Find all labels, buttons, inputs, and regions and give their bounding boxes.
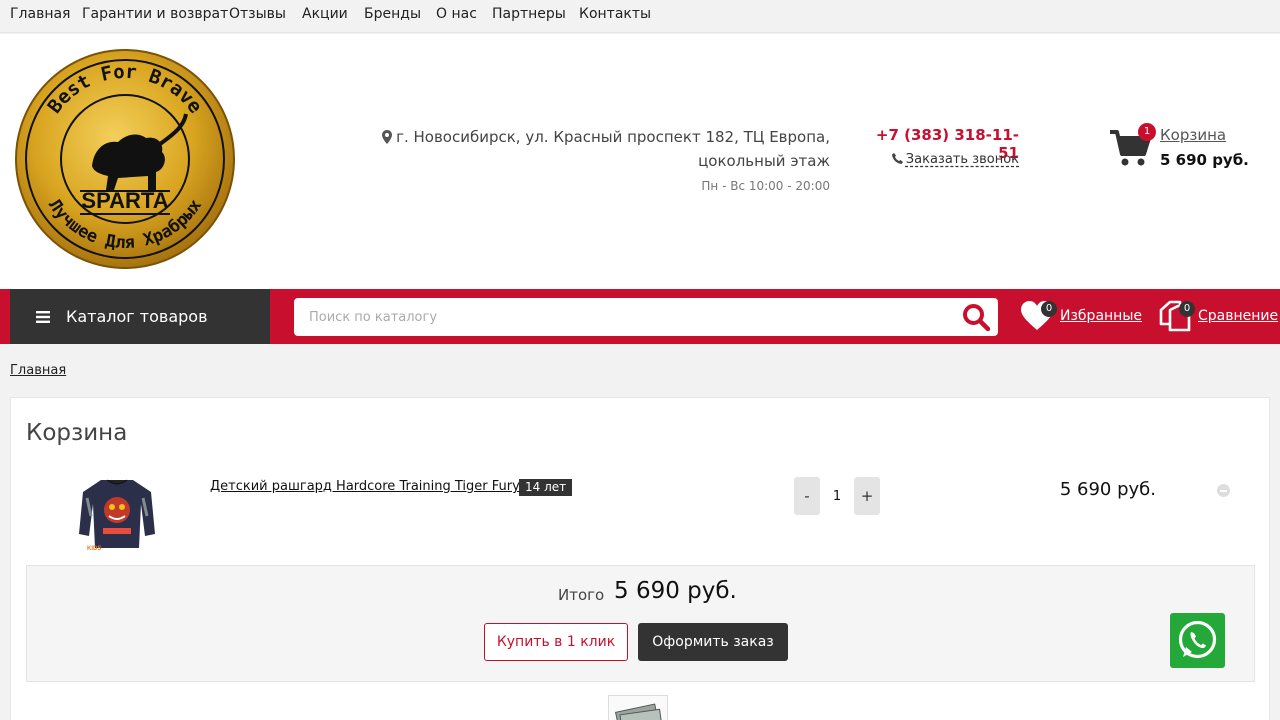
money-icon [614, 703, 663, 720]
top-nav-reviews[interactable]: Отзывы [229, 6, 286, 22]
store-address: г. Новосибирск, ул. Красный проспект 182… [300, 125, 830, 173]
product-size-tag: 14 лет [519, 479, 573, 496]
total-label: Итого [558, 586, 605, 604]
working-hours: Пн - Вс 10:00 - 20:00 [701, 179, 830, 193]
store-address-text: г. Новосибирск, ул. Красный проспект 182… [396, 128, 830, 170]
top-nav-brands[interactable]: Бренды [364, 6, 421, 22]
top-nav-about[interactable]: О нас [436, 6, 477, 22]
top-nav-promotions[interactable]: Акции [302, 6, 348, 22]
favorites-count-badge: 0 [1041, 301, 1057, 317]
cart-link[interactable]: Корзина [1160, 126, 1226, 144]
cart-count-badge: 1 [1138, 123, 1156, 141]
cart-sum: 5 690 руб. [1160, 151, 1249, 169]
product-price: 5 690 руб. [1059, 479, 1156, 500]
site-header: Best For Brave Лучшее Для Храбрых SPARTA… [0, 34, 1280, 289]
quantity-increase-button[interactable]: + [854, 477, 880, 515]
compare-label: Сравнение [1198, 308, 1279, 324]
callback-link[interactable]: Заказать звонок [860, 152, 1019, 167]
search-input[interactable] [294, 298, 944, 336]
cart-content: Корзина KIDS Детский рашгард Hardcore Tr… [10, 397, 1270, 720]
top-nav-contacts[interactable]: Контакты [579, 6, 651, 22]
whatsapp-button[interactable] [1170, 613, 1225, 668]
favorites-link[interactable]: 0 Избранные [1020, 289, 1142, 344]
search-box [294, 298, 998, 336]
buy-one-click-button[interactable]: Купить в 1 клик [484, 623, 628, 661]
order-totals: Итого 5 690 руб. Купить в 1 клик Оформит… [26, 565, 1255, 682]
quantity-input[interactable] [820, 477, 854, 515]
whatsapp-icon [1178, 620, 1217, 659]
top-nav-home[interactable]: Главная [10, 6, 70, 22]
phone-icon [891, 153, 903, 164]
checkout-button[interactable]: Оформить заказ [638, 623, 788, 661]
catalog-button[interactable]: Каталог товаров [10, 289, 270, 344]
product-name-link[interactable]: Детский рашгард Hardcore Training Tiger … [210, 479, 520, 494]
breadcrumb-home[interactable]: Главная [10, 363, 66, 378]
menu-icon [36, 311, 50, 323]
remove-item-icon[interactable] [1217, 484, 1230, 497]
svg-text:KIDS: KIDS [87, 546, 101, 552]
compare-count-badge: 0 [1179, 301, 1195, 317]
total-value: 5 690 руб. [614, 578, 737, 604]
main-nav-bar: Каталог товаров 0 Избранные 0 Сравнение [0, 289, 1280, 344]
banknotes-image [608, 695, 668, 720]
top-navigation: Главная Гарантии и возврат Отзывы Акции … [0, 0, 1280, 33]
quantity-decrease-button[interactable]: - [794, 477, 820, 515]
sparta-logo[interactable]: Best For Brave Лучшее Для Храбрых SPARTA [14, 48, 236, 270]
favorites-label: Избранные [1060, 308, 1142, 324]
product-image[interactable]: KIDS [77, 476, 157, 552]
catalog-label: Каталог товаров [66, 307, 208, 326]
quantity-stepper: - + [794, 477, 880, 515]
map-pin-icon [382, 130, 393, 144]
callback-label: Заказать звонок [905, 152, 1019, 167]
top-nav-partners[interactable]: Партнеры [492, 6, 566, 22]
search-icon[interactable] [962, 303, 990, 331]
page-title: Корзина [26, 420, 128, 446]
compare-link[interactable]: 0 Сравнение [1158, 289, 1280, 344]
top-nav-guarantees[interactable]: Гарантии и возврат [82, 6, 228, 22]
